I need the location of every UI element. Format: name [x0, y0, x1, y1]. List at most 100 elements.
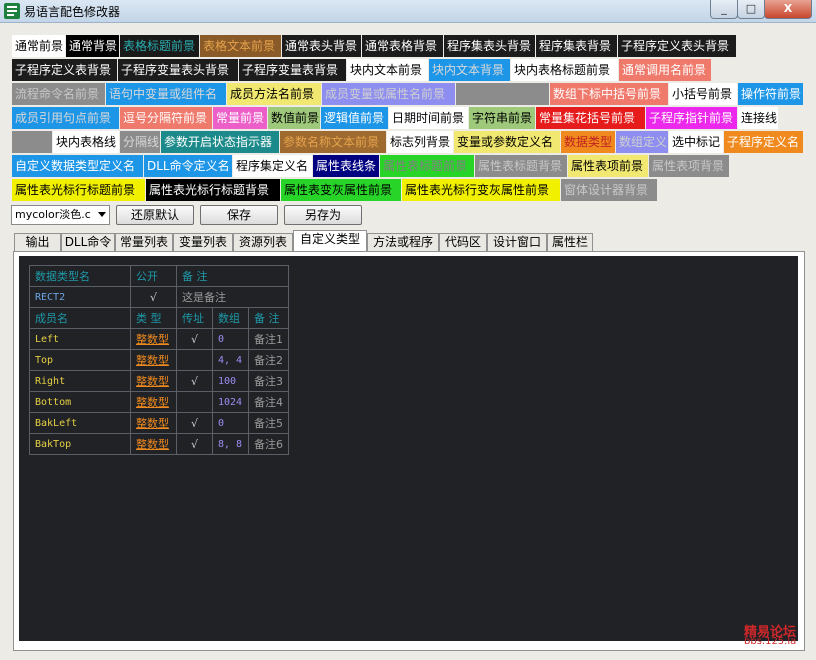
swatch-item[interactable]: 语句中变量或组件名: [106, 83, 226, 105]
swatch-item[interactable]: 程序集表头背景: [444, 35, 535, 57]
member-type[interactable]: 整数型: [130, 370, 177, 392]
swatch-item[interactable]: 选中标记: [669, 131, 723, 153]
scheme-select[interactable]: mycolor淡色.c: [11, 205, 110, 225]
swatch-item[interactable]: 程序集定义名: [233, 155, 312, 177]
tab-output[interactable]: 输出: [14, 233, 61, 251]
swatch-item[interactable]: 属性表标题前景: [380, 155, 474, 177]
member-row[interactable]: Bottom 整数型 1024 备注4: [29, 391, 289, 413]
member-ref[interactable]: √: [176, 412, 213, 434]
swatch-item[interactable]: 流程命令名前景: [12, 83, 105, 105]
swatch-item[interactable]: 属性表光标行变灰属性前景: [402, 179, 560, 201]
member-name[interactable]: BakLeft: [29, 412, 131, 434]
swatch-item[interactable]: 属性表变灰属性前景: [281, 179, 401, 201]
tab-code-area[interactable]: 代码区: [439, 233, 487, 251]
swatch-item[interactable]: 通常背景: [66, 35, 119, 57]
swatch-item[interactable]: 小括号前景: [669, 83, 737, 105]
swatch-item[interactable]: 属性表项前景: [568, 155, 648, 177]
restore-default-button[interactable]: 还原默认: [116, 205, 194, 225]
member-row[interactable]: Top 整数型 4, 4 备注2: [29, 349, 289, 371]
tab-resources[interactable]: 资源列表: [233, 233, 293, 251]
tab-properties[interactable]: 属性栏: [547, 233, 593, 251]
swatch-item[interactable]: 通常表头背景: [282, 35, 361, 57]
member-type[interactable]: 整数型: [130, 412, 177, 434]
swatch-item[interactable]: 常量集花括号前景: [536, 107, 645, 129]
member-name[interactable]: BakTop: [29, 433, 131, 455]
swatch-item[interactable]: 连接线: [738, 107, 778, 129]
member-type[interactable]: 整数型: [130, 433, 177, 455]
member-note[interactable]: 备注4: [248, 391, 289, 413]
member-note[interactable]: 备注3: [248, 370, 289, 392]
swatch-item[interactable]: 属性表光标行标题背景: [146, 179, 280, 201]
swatch-item[interactable]: 块内表格标题前景: [511, 59, 618, 81]
tab-custom-types[interactable]: 自定义类型: [293, 230, 367, 252]
swatch-item[interactable]: 变量或参数定义名: [454, 131, 560, 153]
swatch-item[interactable]: 窗体设计器背景: [561, 179, 657, 201]
swatch-item[interactable]: 日期时间前景: [389, 107, 468, 129]
swatch-item[interactable]: 数值前景: [268, 107, 320, 129]
chevron-down-icon[interactable]: [98, 212, 106, 217]
swatch-item[interactable]: 字符串前景: [469, 107, 535, 129]
public-check[interactable]: √: [130, 286, 177, 308]
tab-constants[interactable]: 常量列表: [115, 233, 173, 251]
swatch-item[interactable]: [12, 131, 52, 153]
swatch-item[interactable]: 数组定义: [616, 131, 668, 153]
member-name[interactable]: Left: [29, 328, 131, 350]
member-row[interactable]: BakLeft 整数型 √ 0 备注5: [29, 412, 289, 434]
swatch-item[interactable]: 成员变量或属性名前景: [322, 83, 455, 105]
swatch-item[interactable]: DLL命令定义名: [144, 155, 232, 177]
member-type[interactable]: 整数型: [130, 349, 177, 371]
swatch-item[interactable]: 子程序定义表头背景: [618, 35, 736, 57]
member-ref[interactable]: √: [176, 433, 213, 455]
swatch-item[interactable]: 逗号分隔符前景: [120, 107, 212, 129]
swatch-item[interactable]: 通常表格背景: [362, 35, 443, 57]
swatch-item[interactable]: 子程序定义名: [724, 131, 803, 153]
member-type[interactable]: 整数型: [130, 328, 177, 350]
member-name[interactable]: Bottom: [29, 391, 131, 413]
type-row[interactable]: RECT2 √ 这是备注: [29, 286, 289, 308]
swatch-item[interactable]: 子程序变量表头背景: [118, 59, 238, 81]
member-name[interactable]: Top: [29, 349, 131, 371]
swatch-item[interactable]: 成员方法名前景: [227, 83, 321, 105]
swatch-item[interactable]: [456, 83, 549, 105]
close-button[interactable]: X: [764, 0, 812, 19]
swatch-item[interactable]: 成员引用句点前景: [12, 107, 119, 129]
save-button[interactable]: 保存: [200, 205, 278, 225]
member-type[interactable]: 整数型: [130, 391, 177, 413]
tab-methods[interactable]: 方法或程序: [367, 233, 439, 251]
swatch-item[interactable]: 子程序定义表背景: [12, 59, 117, 81]
swatch-item[interactable]: 数组下标中括号前景: [550, 83, 668, 105]
swatch-item[interactable]: 块内表格线: [53, 131, 119, 153]
member-ref[interactable]: √: [176, 328, 213, 350]
swatch-item[interactable]: 逻辑值前景: [321, 107, 388, 129]
member-array[interactable]: 8, 8: [212, 433, 249, 455]
swatch-item[interactable]: 属性表标题背景: [475, 155, 567, 177]
swatch-item[interactable]: 自定义数据类型定义名: [12, 155, 143, 177]
swatch-item[interactable]: 操作符前景: [738, 83, 803, 105]
tab-variables[interactable]: 变量列表: [173, 233, 233, 251]
swatch-item[interactable]: 常量前景: [213, 107, 267, 129]
swatch-item[interactable]: 表格标题前景: [120, 35, 199, 57]
swatch-item[interactable]: 表格文本前景: [200, 35, 281, 57]
swatch-item[interactable]: 通常调用名前景: [619, 59, 711, 81]
maximize-button[interactable]: □: [737, 0, 765, 19]
swatch-item[interactable]: 通常前景: [12, 35, 65, 57]
member-array[interactable]: 0: [212, 328, 249, 350]
swatch-item[interactable]: 属性表线条: [313, 155, 379, 177]
tab-design-window[interactable]: 设计窗口: [487, 233, 547, 251]
swatch-item[interactable]: 子程序指针前景: [646, 107, 737, 129]
member-row[interactable]: Left 整数型 √ 0 备注1: [29, 328, 289, 350]
member-row[interactable]: BakTop 整数型 √ 8, 8 备注6: [29, 433, 289, 455]
member-array[interactable]: 100: [212, 370, 249, 392]
swatch-item[interactable]: 参数开启状态指示器: [161, 131, 279, 153]
member-ref[interactable]: [176, 349, 213, 371]
minimize-button[interactable]: _: [710, 0, 738, 19]
swatch-item[interactable]: 标志列背景: [387, 131, 453, 153]
member-note[interactable]: 备注2: [248, 349, 289, 371]
member-array[interactable]: 4, 4: [212, 349, 249, 371]
swatch-item[interactable]: 程序集表背景: [536, 35, 617, 57]
swatch-item[interactable]: 参数名称文本前景: [280, 131, 386, 153]
member-note[interactable]: 备注6: [248, 433, 289, 455]
swatch-item[interactable]: 数据类型: [561, 131, 615, 153]
swatch-item[interactable]: 属性表光标行标题前景: [12, 179, 145, 201]
member-ref[interactable]: √: [176, 370, 213, 392]
